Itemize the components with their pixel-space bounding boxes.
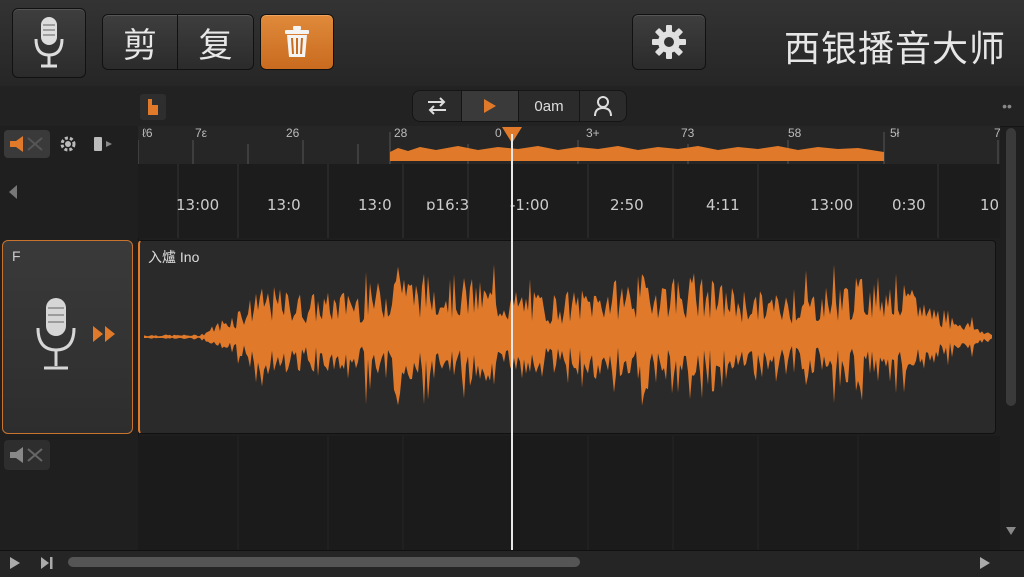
track-volume-icon[interactable]: [90, 132, 118, 156]
delete-button[interactable]: [260, 14, 334, 70]
waveform: [144, 264, 992, 406]
overview-tick: ℓ6: [142, 126, 153, 140]
track-play-icon[interactable]: [92, 324, 120, 349]
track-head-label: F: [12, 248, 21, 264]
user-icon: [594, 96, 612, 117]
track-settings-icon[interactable]: [56, 132, 80, 156]
overview-tick: 7: [994, 126, 1001, 140]
play-icon: [484, 99, 496, 113]
time-label: ɒ16:3: [426, 196, 470, 214]
loop-button[interactable]: [412, 90, 462, 122]
gear-icon: [652, 25, 686, 59]
time-label: 10: [980, 196, 1000, 214]
collapse-arrow-icon[interactable]: [4, 182, 22, 202]
overview-tick: 3+: [586, 126, 600, 140]
scroll-right-icon[interactable]: [976, 554, 994, 572]
skip-end-icon[interactable]: [38, 554, 56, 572]
copy-button[interactable]: 复: [177, 14, 254, 70]
play-button[interactable]: [461, 90, 519, 122]
time-label: 13:00: [176, 196, 220, 214]
time-label: 4:11: [706, 196, 740, 214]
mute-track-button[interactable]: [4, 130, 50, 158]
empty-track-area[interactable]: [138, 436, 1000, 550]
overview-tick: 28: [394, 126, 408, 140]
overview-tick: 26: [286, 126, 300, 140]
trash-icon: [285, 26, 309, 57]
cut-button[interactable]: 剪: [102, 14, 178, 70]
time-label: 13:0: [267, 196, 301, 214]
more-options-icon[interactable]: ••: [996, 98, 1018, 114]
marker-icon[interactable]: [140, 94, 166, 120]
settings-button[interactable]: [632, 14, 706, 70]
time-label: 13:0: [358, 196, 392, 214]
overview-tick: 5ł: [890, 126, 900, 140]
record-button[interactable]: [12, 8, 86, 78]
vertical-scrollbar[interactable]: [1006, 128, 1016, 406]
speaker-mute-icon: [10, 136, 43, 152]
time-label: -1:00: [510, 196, 550, 214]
overview-ruler[interactable]: ℓ6 7ε 26 28 0 3+ 73 58 5ł 7: [138, 126, 1001, 165]
time-label: 2:50: [610, 196, 644, 214]
scroll-down-icon[interactable]: [1002, 522, 1020, 540]
horizontal-scrollbar[interactable]: [68, 557, 580, 567]
overview-tick: 73: [681, 126, 695, 140]
time-label: 0:30: [892, 196, 926, 214]
audio-clip[interactable]: 入爐 Ino: [138, 240, 996, 434]
time-readout: 0am: [518, 90, 580, 122]
playhead-line[interactable]: [511, 134, 513, 550]
time-label: 13:00: [810, 196, 854, 214]
overview-tick: 58: [788, 126, 802, 140]
swap-icon: [428, 97, 446, 115]
play-small-icon[interactable]: [6, 554, 24, 572]
app-title: 西银播音大师: [783, 28, 1006, 69]
speaker-mute-icon: [10, 447, 43, 463]
overview-tick: 7ε: [195, 126, 208, 140]
secondary-mute-button[interactable]: [4, 440, 50, 470]
microphone-icon: [34, 17, 64, 68]
track-mic-icon: [34, 296, 78, 381]
waveform-shape: [144, 264, 992, 406]
user-button[interactable]: [579, 90, 627, 122]
